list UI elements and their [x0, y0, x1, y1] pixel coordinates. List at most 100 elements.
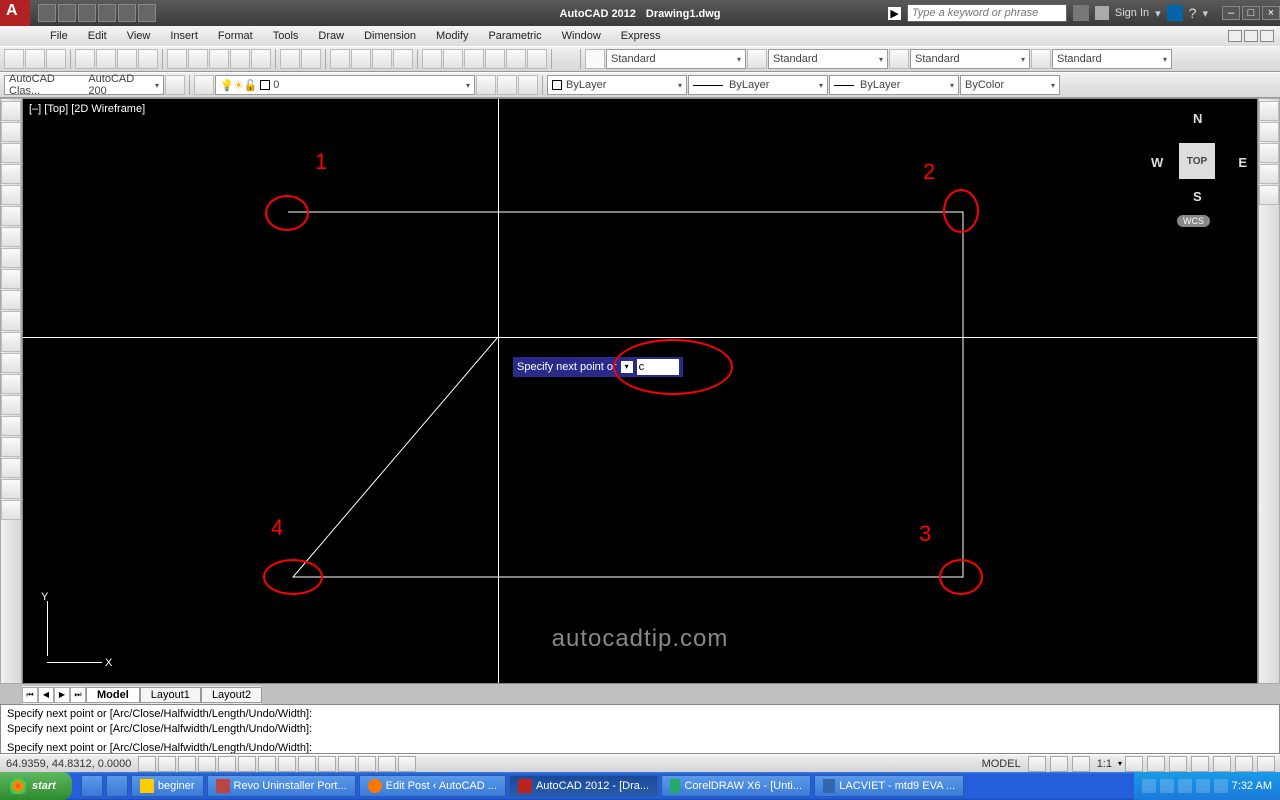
menu-tools[interactable]: Tools — [263, 28, 309, 44]
redo-button[interactable] — [301, 49, 321, 69]
exchange-icon[interactable] — [1167, 5, 1183, 21]
qat-open[interactable] — [58, 4, 76, 22]
polar-toggle[interactable] — [218, 756, 236, 772]
help-search-input[interactable] — [907, 4, 1067, 22]
polygon-tool[interactable] — [1, 164, 21, 184]
revcloud-tool[interactable] — [1, 248, 21, 268]
undo-button[interactable] — [280, 49, 300, 69]
color-combo[interactable]: ByLayer▾ — [547, 75, 687, 95]
sb-hardware-accel[interactable] — [1213, 756, 1231, 772]
sb-quickview-layouts[interactable] — [1028, 756, 1046, 772]
task-autocad[interactable]: AutoCAD 2012 - [Dra... — [509, 775, 658, 797]
sign-in-link[interactable]: Sign In — [1115, 7, 1149, 19]
qat-new[interactable] — [38, 4, 56, 22]
doc-restore[interactable] — [1244, 30, 1258, 42]
plotstyle-combo[interactable]: ByColor▾ — [960, 75, 1060, 95]
doc-minimize[interactable] — [1228, 30, 1242, 42]
task-corel[interactable]: CorelDRAW X6 - [Unti... — [661, 775, 811, 797]
zoom-rt-button[interactable] — [351, 49, 371, 69]
menu-insert[interactable]: Insert — [160, 28, 208, 44]
table-tool[interactable] — [1, 458, 21, 478]
minimize-button[interactable]: – — [1222, 6, 1240, 20]
clock[interactable]: 7:32 AM — [1232, 780, 1272, 792]
menu-format[interactable]: Format — [208, 28, 263, 44]
ortho-toggle[interactable] — [198, 756, 216, 772]
pline-tool[interactable] — [1, 143, 21, 163]
save-button[interactable] — [46, 49, 66, 69]
task-beginer[interactable]: beginer — [131, 775, 204, 797]
preview-button[interactable] — [96, 49, 116, 69]
help-icon[interactable]: ? — [1189, 5, 1197, 21]
qat-redo[interactable] — [118, 4, 136, 22]
tab-nav-next[interactable]: ▶ — [54, 687, 70, 703]
linetype-combo[interactable]: ByLayer▾ — [688, 75, 828, 95]
menu-draw[interactable]: Draw — [308, 28, 354, 44]
close-button[interactable]: × — [1262, 6, 1280, 20]
quicklaunch-1[interactable] — [81, 775, 103, 797]
open-button[interactable] — [25, 49, 45, 69]
qp-toggle[interactable] — [378, 756, 396, 772]
menu-window[interactable]: Window — [552, 28, 611, 44]
3ddwf-button[interactable] — [138, 49, 158, 69]
doc-close[interactable] — [1260, 30, 1274, 42]
coordinates[interactable]: 64.9359, 44.8312, 0.0000 — [0, 758, 137, 770]
sb-workspace[interactable] — [1169, 756, 1187, 772]
workspace-settings-button[interactable] — [165, 75, 185, 95]
menu-parametric[interactable]: Parametric — [478, 28, 551, 44]
textstyle-icon[interactable] — [585, 49, 605, 69]
hatch-tool[interactable] — [1, 395, 21, 415]
ml-style-combo[interactable]: Standard▾ — [1052, 49, 1172, 69]
point-tool[interactable] — [1, 374, 21, 394]
draworder-tool[interactable] — [1259, 101, 1279, 121]
ellipse-arc-tool[interactable] — [1, 311, 21, 331]
start-button[interactable]: start — [0, 772, 72, 800]
system-tray[interactable]: 7:32 AM — [1134, 772, 1280, 800]
tab-nav-first[interactable]: ⏮ — [22, 687, 38, 703]
dc-button[interactable] — [443, 49, 463, 69]
markup-button[interactable] — [506, 49, 526, 69]
viewcube-wcs[interactable]: WCS — [1177, 215, 1210, 227]
workspace-combo[interactable]: AutoCAD Clas...AutoCAD 200▾ — [4, 75, 164, 95]
lwt-toggle[interactable] — [338, 756, 356, 772]
circle-tool[interactable] — [1, 227, 21, 247]
binoculars-icon[interactable] — [1073, 5, 1089, 21]
dimstyle-icon[interactable] — [747, 49, 767, 69]
arc-tool[interactable] — [1, 206, 21, 226]
sc-toggle[interactable] — [398, 756, 416, 772]
quicklaunch-2[interactable] — [106, 775, 128, 797]
anno-scale[interactable]: 1:1 — [1093, 758, 1116, 770]
addselected-tool[interactable] — [1, 500, 21, 520]
line-tool[interactable] — [1, 101, 21, 121]
zoom-window-button[interactable] — [372, 49, 392, 69]
properties-button[interactable] — [422, 49, 442, 69]
xline-tool[interactable] — [1, 122, 21, 142]
tab-layout2[interactable]: Layout2 — [201, 687, 262, 703]
pan-button[interactable] — [330, 49, 350, 69]
layer-state-button[interactable] — [518, 75, 538, 95]
new-button[interactable] — [4, 49, 24, 69]
cut-button[interactable] — [167, 49, 187, 69]
layer-match-button[interactable] — [476, 75, 496, 95]
menu-express[interactable]: Express — [611, 28, 671, 44]
tablestyle-icon[interactable] — [889, 49, 909, 69]
task-revo[interactable]: Revo Uninstaller Port... — [207, 775, 356, 797]
menu-dimension[interactable]: Dimension — [354, 28, 426, 44]
snap-toggle[interactable] — [158, 756, 176, 772]
edit-array-tool[interactable] — [1259, 185, 1279, 205]
rectangle-tool[interactable] — [1, 185, 21, 205]
layer-combo[interactable]: 💡 ☀ 🔓 0▾ — [215, 75, 475, 95]
plot-button[interactable] — [75, 49, 95, 69]
gradient-tool[interactable] — [1, 416, 21, 436]
dim-style-combo[interactable]: Standard▾ — [768, 49, 888, 69]
infer-toggle[interactable] — [138, 756, 156, 772]
copy-button[interactable] — [188, 49, 208, 69]
region-tool[interactable] — [1, 437, 21, 457]
qat-undo[interactable] — [98, 4, 116, 22]
tray-icon[interactable] — [1196, 779, 1210, 793]
tp-button[interactable] — [464, 49, 484, 69]
model-space-label[interactable]: MODEL — [978, 758, 1025, 770]
edit-hatch-tool[interactable] — [1259, 122, 1279, 142]
tab-nav-prev[interactable]: ◀ — [38, 687, 54, 703]
layer-props-button[interactable] — [194, 75, 214, 95]
qat-save[interactable] — [78, 4, 96, 22]
